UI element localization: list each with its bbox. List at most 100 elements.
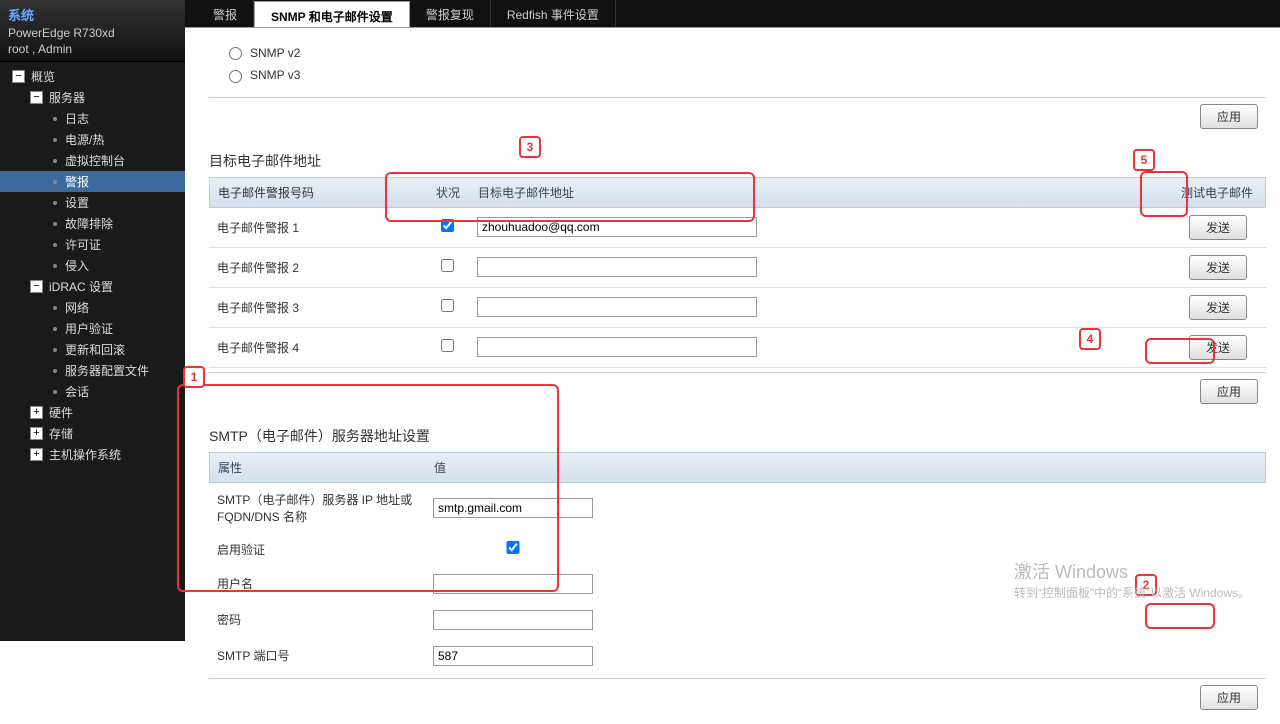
email-col-state: 状况 <box>418 184 478 201</box>
tree-label: 存储 <box>49 425 73 442</box>
tree-label: iDRAC 设置 <box>49 278 113 295</box>
smtp-section-title: SMTP（电子邮件）服务器地址设置 <box>209 426 1266 446</box>
smtp-col-attr: 属性 <box>218 459 434 476</box>
smtp-form: SMTP（电子邮件）服务器 IP 地址或 FQDN/DNS 名称 启用验证 用户… <box>209 483 1266 674</box>
bullet-icon <box>53 201 57 205</box>
tree-item[interactable]: 电源/热 <box>0 129 185 150</box>
snmp-v3-row[interactable]: SNMP v3 <box>229 64 1246 86</box>
tree-label: 硬件 <box>49 404 73 421</box>
tree-label: 警报 <box>65 173 89 190</box>
email-send-button[interactable]: 发送 <box>1189 295 1247 320</box>
tree-label: 服务器 <box>49 89 85 106</box>
email-col-addr: 目标电子邮件地址 <box>478 184 1177 201</box>
tree-label: 虚拟控制台 <box>65 152 125 169</box>
smtp-server-label: SMTP（电子邮件）服务器 IP 地址或 FQDN/DNS 名称 <box>217 491 433 525</box>
email-enable-checkbox[interactable] <box>441 219 454 232</box>
tree-item[interactable]: 侵入 <box>0 255 185 276</box>
tree-label: 会话 <box>65 383 89 400</box>
content: SNMP v2 SNMP v3 应用 目标电子邮件地址 电子邮件警报号码 状况 … <box>185 28 1280 724</box>
bullet-icon <box>53 138 57 142</box>
system-model: PowerEdge R730xd <box>8 26 177 40</box>
email-send-button[interactable]: 发送 <box>1189 215 1247 240</box>
email-section-title: 目标电子邮件地址 <box>209 151 1266 171</box>
collapse-icon[interactable]: − <box>12 70 25 83</box>
tree-item[interactable]: + 硬件 <box>0 402 185 423</box>
tree-item[interactable]: + 主机操作系统 <box>0 444 185 465</box>
tree-item[interactable]: 用户验证 <box>0 318 185 339</box>
tab-alert-recur[interactable]: 警报复现 <box>410 0 491 27</box>
bullet-icon <box>53 306 57 310</box>
smtp-pass-input[interactable] <box>433 610 593 630</box>
email-address-input[interactable] <box>477 257 757 277</box>
email-enable-checkbox[interactable] <box>441 339 454 352</box>
snmp-v3-label: SNMP v3 <box>250 68 300 82</box>
tab-snmp-email[interactable]: SNMP 和电子邮件设置 <box>254 1 410 27</box>
email-send-button[interactable]: 发送 <box>1189 335 1247 360</box>
bullet-icon <box>53 180 57 184</box>
bullet-icon <box>53 348 57 352</box>
email-address-input[interactable] <box>477 297 757 317</box>
tree-label: 网络 <box>65 299 89 316</box>
bullet-icon <box>53 369 57 373</box>
smtp-port-input[interactable] <box>433 646 593 666</box>
annotation-num-1: 1 <box>183 366 205 388</box>
tree-item[interactable]: −服务器 <box>0 87 185 108</box>
snmp-v2-row[interactable]: SNMP v2 <box>229 42 1246 64</box>
tab-bar: 警报 SNMP 和电子邮件设置 警报复现 Redfish 事件设置 <box>185 0 1280 28</box>
tree-label: 故障排除 <box>65 215 113 232</box>
tree-label: 许可证 <box>65 236 101 253</box>
system-user: root , Admin <box>8 42 177 56</box>
tree-label: 主机操作系统 <box>49 446 121 463</box>
email-address-input[interactable] <box>477 337 757 357</box>
tree-label: 用户验证 <box>65 320 113 337</box>
sidebar: 系统 PowerEdge R730xd root , Admin −概览−服务器… <box>0 0 185 641</box>
tree-item[interactable]: 会话 <box>0 381 185 402</box>
email-send-button[interactable]: 发送 <box>1189 255 1247 280</box>
snmp-version-group: SNMP v2 SNMP v3 <box>209 36 1266 93</box>
tree-item[interactable]: 警报 <box>0 171 185 192</box>
tree-label: 概览 <box>31 68 55 85</box>
bullet-icon <box>53 159 57 163</box>
tree-item[interactable]: −概览 <box>0 66 185 87</box>
tree-item[interactable]: 网络 <box>0 297 185 318</box>
tree-item[interactable]: + 存储 <box>0 423 185 444</box>
tree-item[interactable]: −iDRAC 设置 <box>0 276 185 297</box>
email-col-test: 测试电子邮件 <box>1177 184 1257 201</box>
expand-icon[interactable]: + <box>30 448 43 461</box>
smtp-auth-checkbox[interactable] <box>433 541 593 554</box>
tree-item[interactable]: 虚拟控制台 <box>0 150 185 171</box>
email-apply-button[interactable]: 应用 <box>1200 379 1258 404</box>
collapse-icon[interactable]: − <box>30 280 43 293</box>
smtp-col-val: 值 <box>434 459 446 476</box>
snmp-apply-button[interactable]: 应用 <box>1200 104 1258 129</box>
snmp-v2-radio[interactable] <box>229 47 242 60</box>
email-row: 电子邮件警报 1发送 <box>209 208 1266 248</box>
expand-icon[interactable]: + <box>30 406 43 419</box>
snmp-v3-radio[interactable] <box>229 70 242 83</box>
tab-redfish[interactable]: Redfish 事件设置 <box>491 0 616 27</box>
smtp-user-input[interactable] <box>433 574 593 594</box>
smtp-apply-button[interactable]: 应用 <box>1200 685 1258 710</box>
tree-item[interactable]: 设置 <box>0 192 185 213</box>
tree-label: 服务器配置文件 <box>65 362 149 379</box>
tab-alerts[interactable]: 警报 <box>197 0 254 27</box>
email-enable-checkbox[interactable] <box>441 259 454 272</box>
email-rows: 电子邮件警报 1发送电子邮件警报 2发送电子邮件警报 3发送电子邮件警报 4发送 <box>209 208 1266 368</box>
collapse-icon[interactable]: − <box>30 91 43 104</box>
smtp-server-input[interactable] <box>433 498 593 518</box>
email-row: 电子邮件警报 3发送 <box>209 288 1266 328</box>
email-row-label: 电子邮件警报 2 <box>217 259 417 276</box>
smtp-button-bar: 应用 <box>209 678 1266 716</box>
system-title: 系统 <box>8 8 34 23</box>
email-row-label: 电子邮件警报 4 <box>217 339 417 356</box>
email-enable-checkbox[interactable] <box>441 299 454 312</box>
smtp-port-label: SMTP 端口号 <box>217 647 433 664</box>
tree-item[interactable]: 服务器配置文件 <box>0 360 185 381</box>
email-address-input[interactable] <box>477 217 757 237</box>
tree-item[interactable]: 故障排除 <box>0 213 185 234</box>
tree-item[interactable]: 许可证 <box>0 234 185 255</box>
expand-icon[interactable]: + <box>30 427 43 440</box>
smtp-header: 属性 值 <box>209 452 1266 483</box>
tree-item[interactable]: 更新和回滚 <box>0 339 185 360</box>
tree-item[interactable]: 日志 <box>0 108 185 129</box>
